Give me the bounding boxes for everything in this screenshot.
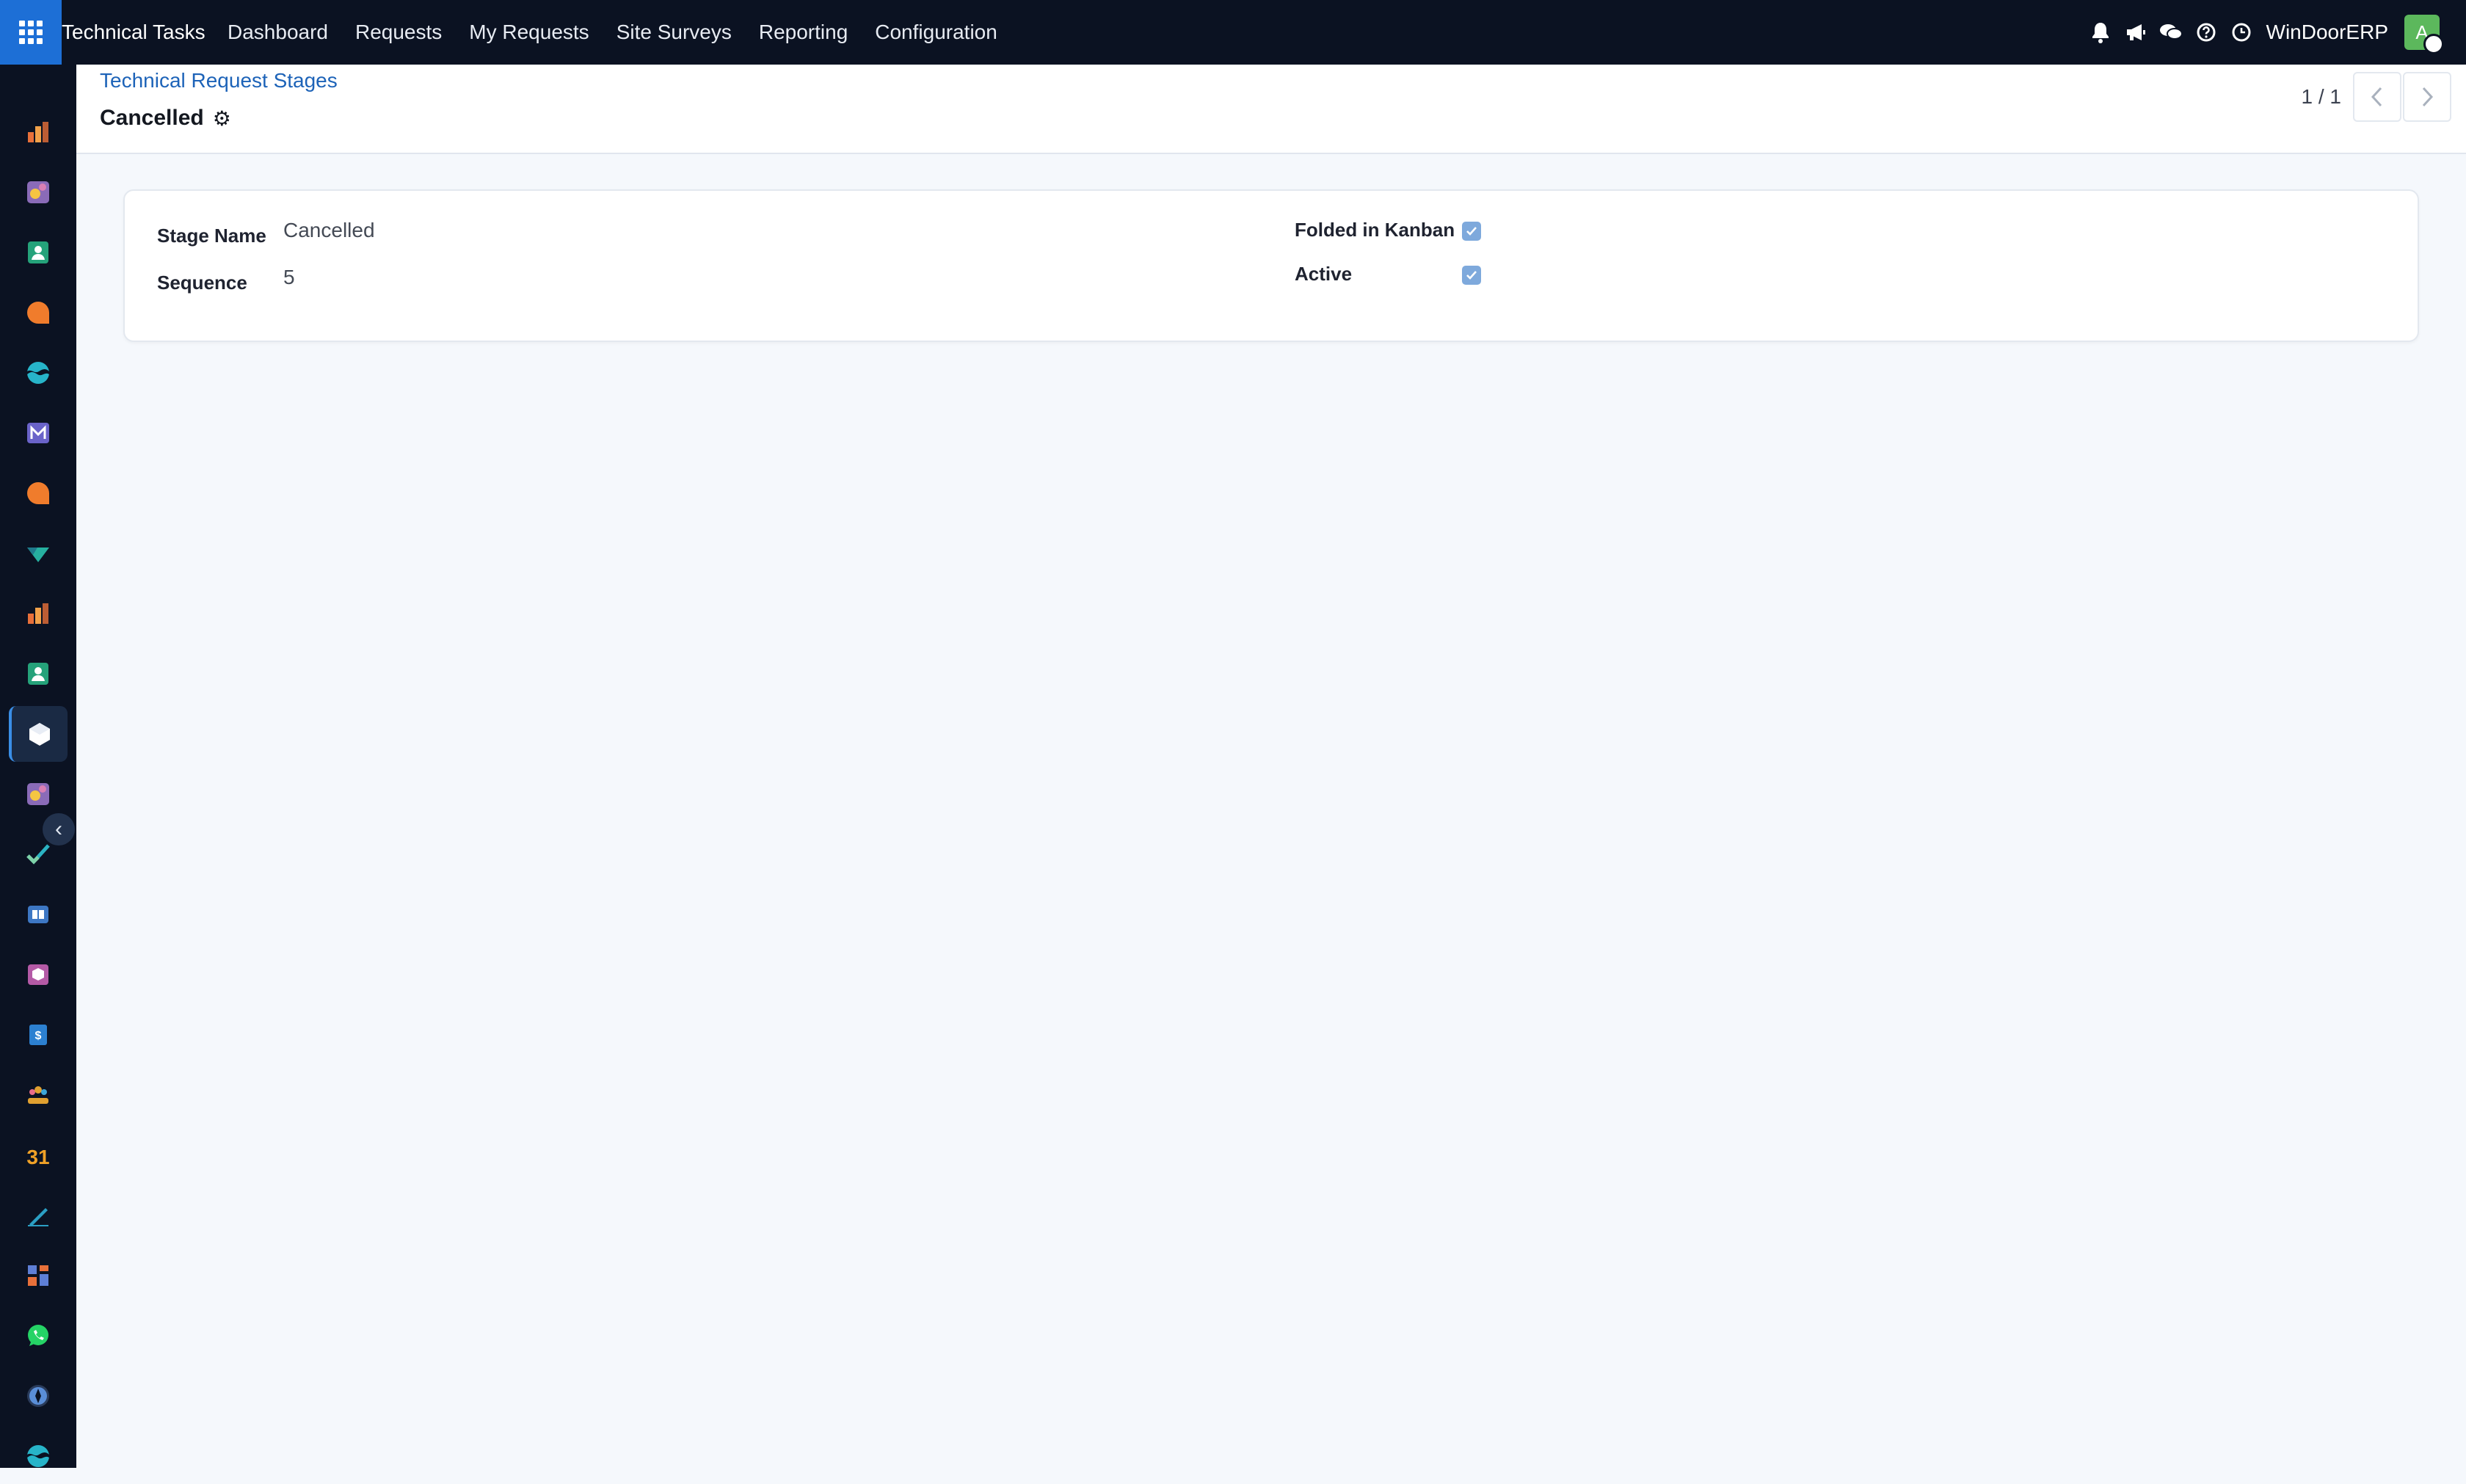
sidebar-app-20[interactable] [10,1248,66,1303]
folded-in-kanban-checkbox[interactable] [1462,222,1481,241]
chat-bubble-icon [27,302,49,324]
active-checkbox[interactable] [1462,266,1481,285]
megaphone-icon[interactable] [2118,0,2153,65]
sidebar-app-5[interactable] [10,345,66,401]
cube-icon [29,723,50,746]
mail-icon [27,423,49,443]
active-label: Active [1295,263,1353,285]
book-icon [28,906,48,923]
stage-name-label: Stage Name [157,225,266,247]
svg-text:$: $ [35,1030,42,1042]
invoice-icon: $ [29,1025,47,1045]
breadcrumb-link[interactable]: Technical Request Stages [100,69,338,92]
app-sidebar: $31 ‹ [0,65,76,1468]
pen-icon [28,1208,48,1226]
main-menu: Dashboard Requests My Requests Site Surv… [228,0,1025,65]
sidebar-app-15[interactable] [10,947,66,1003]
sidebar-app-11[interactable] [9,706,68,762]
calendar-31-icon: 31 [26,1146,49,1168]
clock-icon[interactable] [2224,0,2259,65]
team-icon [28,1086,48,1104]
menu-my-requests[interactable]: My Requests [469,0,589,65]
sidebar-app-6[interactable] [10,405,66,461]
checkmark-icon [1466,227,1477,236]
record-title: Cancelled ⚙ [100,106,231,131]
sidebar-app-23[interactable] [10,1428,66,1484]
pager: 1 / 1 [2302,72,2451,122]
pager-previous-button[interactable] [2353,72,2401,122]
checkmark-icon [26,844,50,865]
sidebar-app-7[interactable] [10,465,66,521]
sidebar-app-8[interactable] [10,525,66,581]
menu-requests[interactable]: Requests [355,0,442,65]
user-avatar[interactable]: A [2404,15,2444,54]
stage-name-field[interactable]: Cancelled [283,219,375,242]
sidebar-app-10[interactable] [10,646,66,702]
contacts-icon [28,241,48,263]
sidebar-app-4[interactable] [10,285,66,341]
top-navbar: Technical Tasks Dashboard Requests My Re… [0,0,2466,65]
chevron-left-icon: ‹ [55,817,62,841]
help-icon[interactable] [2189,0,2224,65]
chevron-right-icon [2422,87,2434,107]
sidebar-app-3[interactable] [10,225,66,280]
menu-configuration[interactable]: Configuration [875,0,997,65]
palette-icon [27,783,49,805]
bar-chart-icon [28,603,48,624]
pager-value[interactable]: 1 / 1 [2302,85,2341,109]
menu-reporting[interactable]: Reporting [759,0,848,65]
company-switcher[interactable]: WinDoorERP [2266,21,2388,44]
wave-icon [27,362,49,384]
form-sheet: Stage Name Cancelled Sequence 5 Folded i… [123,189,2419,342]
sidebar-app-17[interactable] [10,1067,66,1123]
svg-text:31: 31 [26,1146,49,1168]
apps-grid-icon [19,21,43,44]
sidebar-app-19[interactable] [10,1187,66,1243]
palette-icon [27,181,49,203]
sidebar-collapse-button[interactable]: ‹ [43,813,75,845]
control-panel: Technical Request Stages Cancelled ⚙ 1 /… [76,65,2466,154]
sidebar-app-2[interactable] [10,164,66,220]
bar-chart-icon [28,122,48,142]
sidebar-app-1[interactable] [10,104,66,160]
gear-icon[interactable]: ⚙ [213,106,231,131]
sidebar-app-18[interactable]: 31 [10,1127,66,1183]
sequence-label: Sequence [157,272,247,294]
systray: WinDoorERP A [2083,0,2466,65]
box-icon [28,964,48,985]
check-ribbon-icon [27,548,49,562]
pager-next-button[interactable] [2403,72,2451,122]
app-title[interactable]: Technical Tasks [62,0,205,65]
apps-menu-button[interactable] [0,0,62,65]
compass-icon [27,1385,49,1407]
bell-icon[interactable] [2083,0,2118,65]
chat-icon[interactable] [2153,0,2189,65]
contacts-icon [28,663,48,685]
chat-bubble-icon [27,482,49,504]
menu-site-surveys[interactable]: Site Surveys [616,0,732,65]
wave-icon [27,1445,49,1467]
whatsapp-icon [28,1325,48,1346]
sidebar-app-21[interactable] [10,1308,66,1364]
sidebar-app-22[interactable] [10,1368,66,1424]
record-title-text: Cancelled [100,106,204,130]
sequence-field[interactable]: 5 [283,266,295,289]
folded-in-kanban-label: Folded in Kanban [1295,219,1455,241]
sidebar-app-9[interactable] [10,586,66,641]
sidebar-app-14[interactable] [10,887,66,942]
dashboard-icon [28,1265,48,1286]
chevron-left-icon [2371,87,2382,107]
presence-indicator [2423,34,2444,54]
sidebar-app-16[interactable]: $ [10,1007,66,1063]
menu-dashboard[interactable]: Dashboard [228,0,328,65]
checkmark-icon [1466,271,1477,280]
